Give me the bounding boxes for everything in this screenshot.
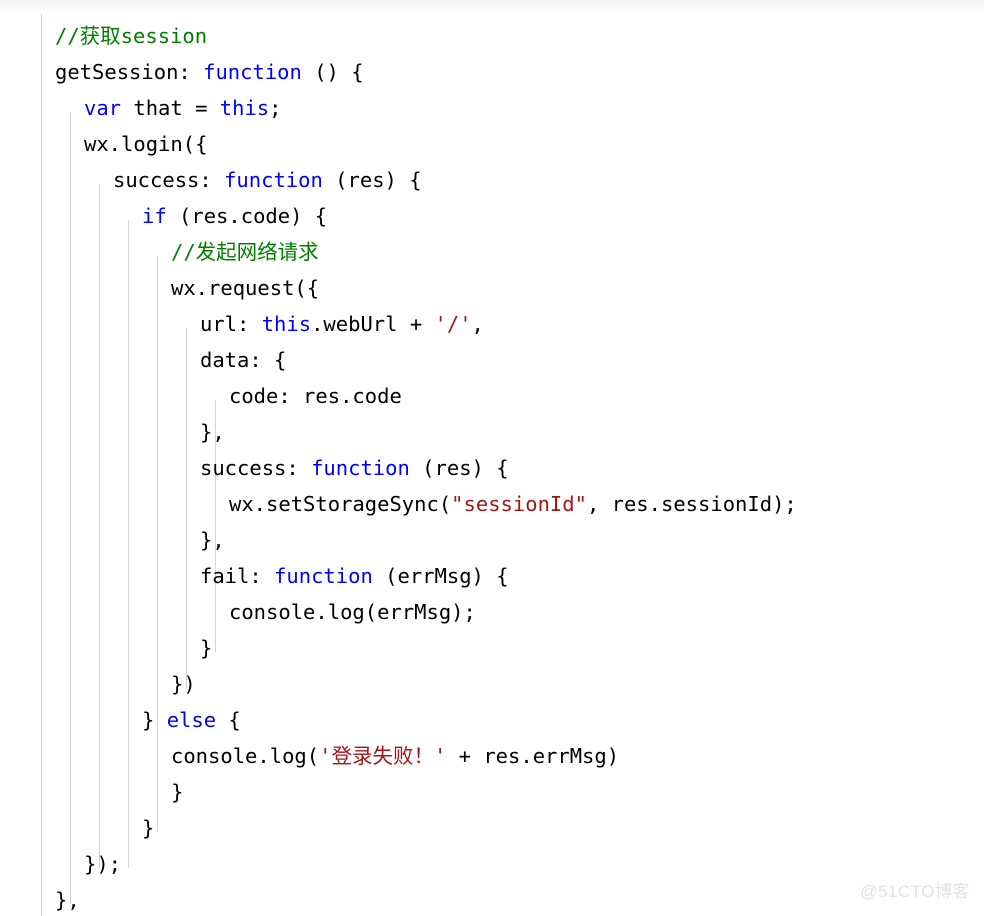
code-token: function (224, 168, 323, 192)
code-token: { (216, 708, 241, 732)
code-line[interactable]: code: res.code (0, 378, 984, 414)
code-line[interactable]: }) (0, 666, 984, 702)
code-token: , (471, 312, 484, 336)
code-line[interactable]: } (0, 810, 984, 846)
code-line[interactable]: success: function (res) { (0, 450, 984, 486)
code-token: this (219, 96, 270, 120)
code-line[interactable]: //发起网络请求 (0, 234, 984, 270)
code-line[interactable]: }, (0, 882, 984, 916)
code-token: if (142, 204, 167, 228)
code-line[interactable]: if (res.code) { (0, 198, 984, 234)
code-line[interactable]: } else { (0, 702, 984, 738)
code-token: }, (200, 528, 225, 552)
code-line[interactable]: }, (0, 0, 984, 18)
code-token: (res) { (322, 168, 422, 192)
code-token: '登录失败！' (319, 744, 447, 768)
code-token: var (84, 96, 122, 120)
code-line[interactable]: //获取session (0, 18, 984, 54)
code-token: else (166, 708, 217, 732)
code-line[interactable]: } (0, 774, 984, 810)
code-line[interactable]: fail: function (errMsg) { (0, 558, 984, 594)
code-token: .webUrl + (311, 312, 435, 336)
code-token: "sessionId" (451, 492, 587, 516)
code-token: console.log(errMsg); (229, 600, 476, 624)
code-screenshot: },//获取sessiongetSession: function () {va… (0, 0, 984, 916)
code-line[interactable]: console.log('登录失败！' + res.errMsg) (0, 738, 984, 774)
code-token: code: res.code (229, 384, 402, 408)
code-line[interactable]: console.log(errMsg); (0, 594, 984, 630)
code-token: wx.request({ (171, 276, 320, 300)
code-token: } (142, 816, 155, 840)
code-token: }, (55, 888, 80, 912)
code-token: }, (200, 420, 225, 444)
code-token: getSession: (55, 60, 204, 84)
code-token: url: (200, 312, 262, 336)
code-token: ; (269, 96, 282, 120)
code-token: (res) { (409, 456, 509, 480)
code-token: this (261, 312, 312, 336)
code-line[interactable]: getSession: function () { (0, 54, 984, 90)
code-token: , res.sessionId); (586, 492, 797, 516)
code-line[interactable]: data: { (0, 342, 984, 378)
code-token: }); (84, 852, 122, 876)
code-token: + res.errMsg) (446, 744, 620, 768)
code-line[interactable]: var that = this; (0, 90, 984, 126)
code-token: that = (121, 96, 220, 120)
code-token: (errMsg) { (372, 564, 509, 588)
code-line[interactable]: wx.setStorageSync("sessionId", res.sessi… (0, 486, 984, 522)
code-line[interactable]: }); (0, 846, 984, 882)
code-line[interactable]: success: function (res) { (0, 162, 984, 198)
code-editor-surface[interactable]: },//获取sessiongetSession: function () {va… (0, 0, 984, 916)
code-lines-container[interactable]: },//获取sessiongetSession: function () {va… (0, 0, 984, 916)
code-token: function (274, 564, 373, 588)
code-token: } (142, 708, 167, 732)
code-token: () { (301, 60, 364, 84)
code-token: console.log( (171, 744, 320, 768)
code-line[interactable]: } (0, 630, 984, 666)
code-token: data: { (200, 348, 287, 372)
code-token: //获取session (55, 24, 208, 48)
code-token: }) (171, 672, 196, 696)
code-token: fail: (200, 564, 275, 588)
code-token: function (203, 60, 302, 84)
code-line[interactable]: url: this.webUrl + '/', (0, 306, 984, 342)
code-token: success: (200, 456, 312, 480)
code-token: function (311, 456, 410, 480)
code-token: success: (113, 168, 225, 192)
code-line[interactable]: wx.request({ (0, 270, 984, 306)
code-token: wx.setStorageSync( (229, 492, 452, 516)
code-line[interactable]: }, (0, 522, 984, 558)
code-line[interactable]: }, (0, 414, 984, 450)
code-token: (res.code) { (166, 204, 328, 228)
code-token: wx.login({ (84, 132, 208, 156)
code-token: } (171, 780, 184, 804)
watermark-label: @51CTO博客 (860, 882, 970, 901)
code-token: '/' (434, 312, 472, 336)
code-token: } (200, 636, 213, 660)
code-token: //发起网络请求 (171, 240, 319, 264)
code-line[interactable]: wx.login({ (0, 126, 984, 162)
